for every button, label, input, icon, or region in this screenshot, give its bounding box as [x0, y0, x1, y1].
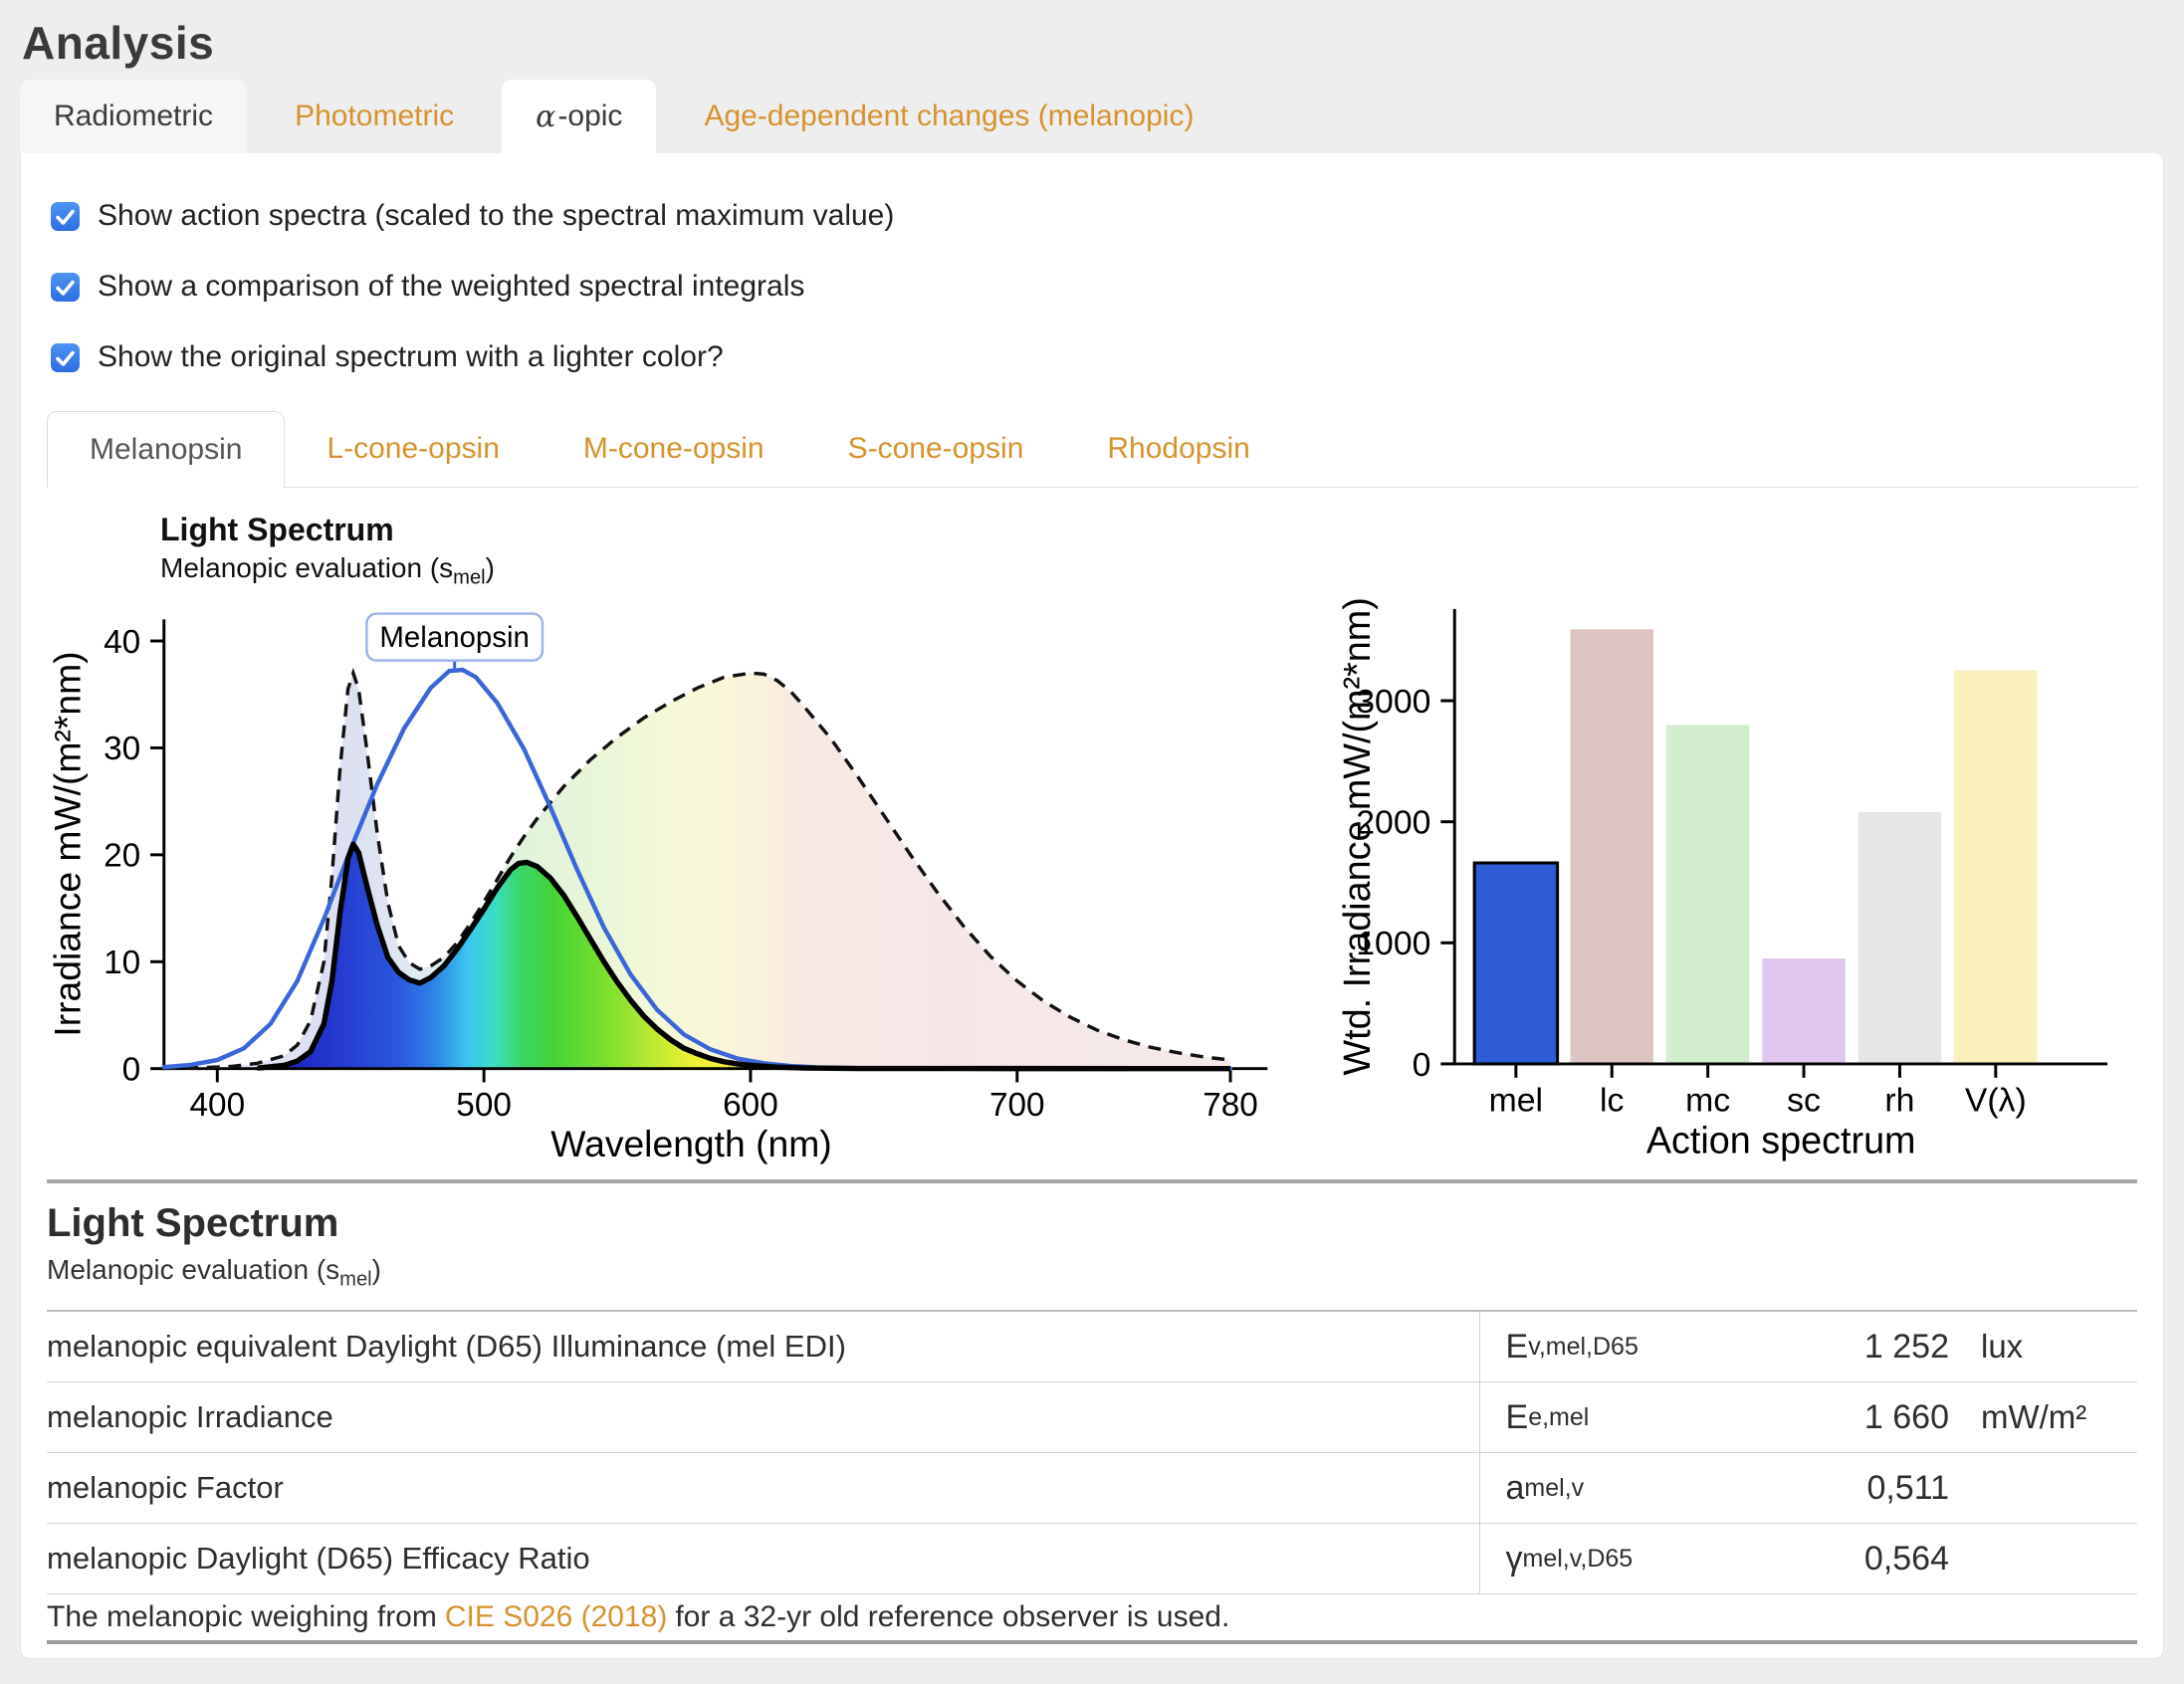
svg-text:700: 700	[989, 1086, 1045, 1123]
svg-text:Wtd. Irradiance mW/(m²*nm): Wtd. Irradiance mW/(m²*nm)	[1337, 597, 1379, 1075]
tab-alpha-opic-rest: -opic	[557, 100, 622, 133]
row-value: 0,564	[1761, 1540, 1949, 1579]
checkbox-label[interactable]: Show the original spectrum with a lighte…	[98, 340, 724, 374]
svg-text:lc: lc	[1600, 1082, 1624, 1120]
subtab-m-cone-opsin[interactable]: M-cone-opsin	[542, 411, 806, 487]
weighted-integral-bar-chart: 0100020003000mellcmcscrhV(λ)Action spect…	[1336, 579, 2127, 1162]
row-unit: lux	[1949, 1328, 2137, 1366]
row-value: 1 252	[1761, 1328, 1949, 1367]
page-title: Analysis	[22, 16, 2184, 70]
subtab-melanopsin[interactable]: Melanopsin	[47, 411, 285, 488]
row-symbol: amel,v	[1479, 1453, 1762, 1523]
results-subtitle: Melanopic evaluation (smel)	[47, 1254, 2137, 1312]
svg-text:400: 400	[189, 1086, 245, 1123]
row-label: melanopic Daylight (D65) Efficacy Ratio	[47, 1541, 1479, 1577]
svg-text:40: 40	[104, 623, 140, 660]
checkbox-label[interactable]: Show action spectra (scaled to the spect…	[98, 199, 894, 233]
table-row: melanopic equivalent Daylight (D65) Illu…	[47, 1312, 2137, 1382]
subtab-rhodopsin[interactable]: Rhodopsin	[1065, 411, 1291, 487]
svg-text:600: 600	[723, 1086, 778, 1123]
checkbox-show-action-spectra[interactable]: Show action spectra (scaled to the spect…	[51, 199, 2137, 233]
plot-title: Light Spectrum	[160, 512, 1336, 548]
svg-text:20: 20	[104, 837, 140, 874]
svg-text:sc: sc	[1787, 1082, 1821, 1120]
tab-alpha-opic-alpha: α	[536, 100, 555, 134]
row-label: melanopic Irradiance	[47, 1399, 1479, 1435]
svg-text:Melanopsin: Melanopsin	[379, 620, 529, 653]
spectrum-plot: 0 10 20 30 40 400 500 600 700 780 Wavelength (nm) I…	[47, 590, 1336, 1166]
cie-s026-link[interactable]: CIE S026 (2018)	[445, 1600, 667, 1634]
svg-text:Wavelength (nm): Wavelength (nm)	[550, 1123, 831, 1164]
row-symbol: Ev,mel,D65	[1479, 1312, 1762, 1381]
svg-text:rh: rh	[1884, 1082, 1914, 1120]
results-section: Light Spectrum Melanopic evaluation (sme…	[47, 1179, 2137, 1644]
subtab-s-cone-opsin[interactable]: S-cone-opsin	[806, 411, 1066, 487]
svg-text:Action spectrum: Action spectrum	[1646, 1120, 1916, 1161]
checkbox-checked-icon[interactable]	[51, 343, 80, 372]
checkbox-label[interactable]: Show a comparison of the weighted spectr…	[98, 270, 804, 304]
alpha-opic-panel: Show action spectra (scaled to the spect…	[20, 153, 2164, 1659]
tab-radiometric[interactable]: Radiometric	[20, 80, 247, 153]
checkbox-checked-icon[interactable]	[51, 273, 80, 302]
tab-age-dependent[interactable]: Age-dependent changes (melanopic)	[670, 80, 1227, 153]
table-row: melanopic Daylight (D65) Efficacy Ratio …	[47, 1524, 2137, 1594]
melanopic-charts: Light Spectrum Melanopic evaluation (sme…	[47, 498, 2137, 1165]
row-symbol: γmel,v,D65	[1479, 1524, 1762, 1593]
svg-text:0: 0	[122, 1051, 141, 1088]
row-symbol: Ee,mel	[1479, 1382, 1762, 1452]
opsin-tab-bar: Melanopsin L-cone-opsin M-cone-opsin S-c…	[47, 411, 2137, 488]
svg-text:500: 500	[456, 1086, 512, 1123]
table-row: melanopic Irradiance Ee,mel 1 660 mW/m²	[47, 1382, 2137, 1453]
tab-photometric[interactable]: Photometric	[261, 80, 488, 153]
row-value: 1 660	[1761, 1398, 1949, 1437]
checkbox-show-comparison[interactable]: Show a comparison of the weighted spectr…	[51, 270, 2137, 304]
checkbox-show-original-lighter[interactable]: Show the original spectrum with a lighte…	[51, 340, 2137, 374]
checkbox-checked-icon[interactable]	[51, 202, 80, 231]
table-row: melanopic Factor amel,v 0,511	[47, 1453, 2137, 1524]
subtab-l-cone-opsin[interactable]: L-cone-opsin	[285, 411, 541, 487]
plot-subtitle: Melanopic evaluation (smel)	[160, 552, 1336, 590]
results-footnote: The melanopic weighing fromCIE S026 (201…	[47, 1594, 2137, 1644]
row-label: melanopic equivalent Daylight (D65) Illu…	[47, 1329, 1479, 1365]
row-unit: mW/m²	[1949, 1398, 2137, 1436]
svg-text:V(λ): V(λ)	[1965, 1082, 2027, 1120]
results-heading: Light Spectrum	[47, 1201, 2137, 1246]
spectrum-chart-column: Light Spectrum Melanopic evaluation (sme…	[47, 498, 1336, 1165]
svg-text:780: 780	[1202, 1086, 1258, 1123]
bar-chart-column: 0100020003000mellcmcscrhV(λ)Action spect…	[1336, 498, 2127, 1165]
svg-text:30: 30	[104, 731, 140, 767]
row-label: melanopic Factor	[47, 1470, 1479, 1506]
row-value: 0,511	[1761, 1469, 1949, 1508]
svg-text:0: 0	[1413, 1046, 1431, 1084]
svg-text:mel: mel	[1489, 1082, 1543, 1120]
svg-text:10: 10	[104, 945, 140, 981]
tab-alpha-opic[interactable]: α-opic	[502, 80, 656, 153]
svg-text:Irradiance mW/(m²*nm): Irradiance mW/(m²*nm)	[47, 651, 88, 1036]
svg-text:mc: mc	[1685, 1082, 1730, 1120]
main-tab-bar: Radiometric Photometric α-opic Age-depen…	[20, 80, 2184, 153]
